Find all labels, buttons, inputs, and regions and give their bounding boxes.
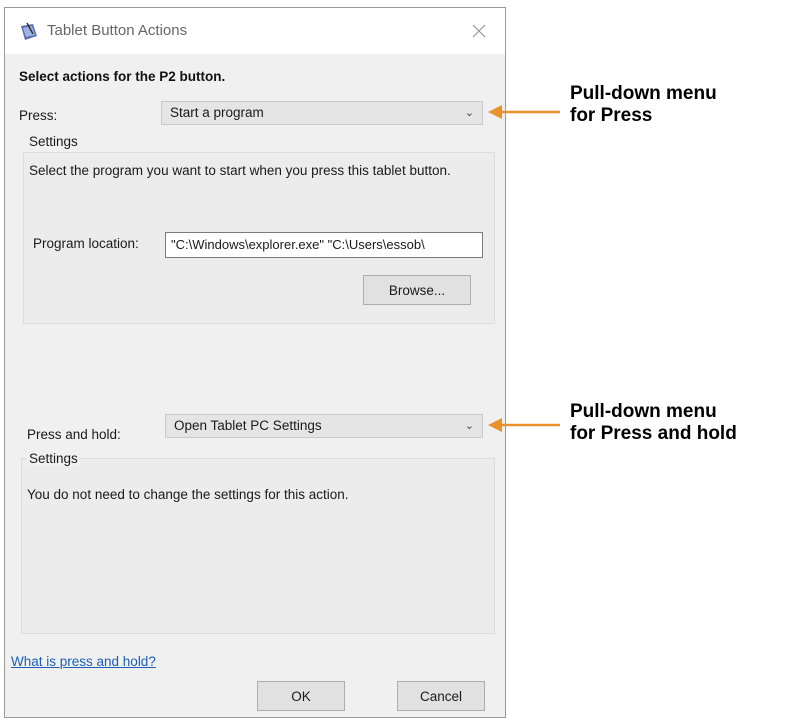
press-dropdown[interactable]: Start a program ⌄ bbox=[161, 101, 483, 125]
press-and-hold-callout-text: Pull-down menu for Press and hold bbox=[570, 401, 737, 445]
press-and-hold-settings-title: Settings bbox=[27, 451, 80, 466]
chevron-down-icon: ⌄ bbox=[464, 420, 474, 432]
press-settings-title: Settings bbox=[27, 134, 80, 149]
press-and-hold-dropdown[interactable]: Open Tablet PC Settings ⌄ bbox=[165, 414, 483, 438]
close-icon bbox=[472, 24, 486, 38]
browse-button[interactable]: Browse... bbox=[363, 275, 471, 305]
press-and-hold-dropdown-value: Open Tablet PC Settings bbox=[174, 418, 322, 433]
instruction-heading: Select actions for the P2 button. bbox=[19, 69, 226, 84]
dialog-title: Tablet Button Actions bbox=[47, 22, 188, 39]
what-is-press-and-hold-link[interactable]: What is press and hold? bbox=[11, 654, 156, 669]
program-location-label: Program location: bbox=[33, 236, 139, 251]
press-callout-text: Pull-down menu for Press bbox=[570, 83, 717, 127]
ok-button[interactable]: OK bbox=[257, 681, 345, 711]
close-button[interactable] bbox=[465, 18, 493, 44]
press-and-hold-settings-description: You do not need to change the settings f… bbox=[27, 487, 349, 502]
tablet-button-actions-dialog: Tablet Button Actions Select actions for… bbox=[4, 7, 506, 718]
tablet-app-icon bbox=[21, 22, 37, 40]
press-settings-description: Select the program you want to start whe… bbox=[29, 163, 451, 178]
chevron-down-icon: ⌄ bbox=[464, 107, 474, 119]
cancel-button[interactable]: Cancel bbox=[397, 681, 485, 711]
title-bar: Tablet Button Actions bbox=[5, 8, 505, 54]
press-callout-line2: for Press bbox=[570, 105, 653, 126]
press-dropdown-value: Start a program bbox=[170, 105, 264, 120]
press-label: Press: bbox=[19, 108, 58, 123]
press-and-hold-callout-line1: Pull-down menu bbox=[570, 401, 717, 422]
press-and-hold-callout-arrow bbox=[488, 418, 560, 432]
program-location-input[interactable]: "C:\Windows\explorer.exe" "C:\Users\esso… bbox=[165, 232, 483, 258]
press-callout-arrow bbox=[488, 105, 560, 119]
press-and-hold-label: Press and hold: bbox=[27, 427, 121, 442]
press-callout-line1: Pull-down menu bbox=[570, 83, 717, 104]
press-and-hold-callout-line2: for Press and hold bbox=[570, 423, 737, 444]
